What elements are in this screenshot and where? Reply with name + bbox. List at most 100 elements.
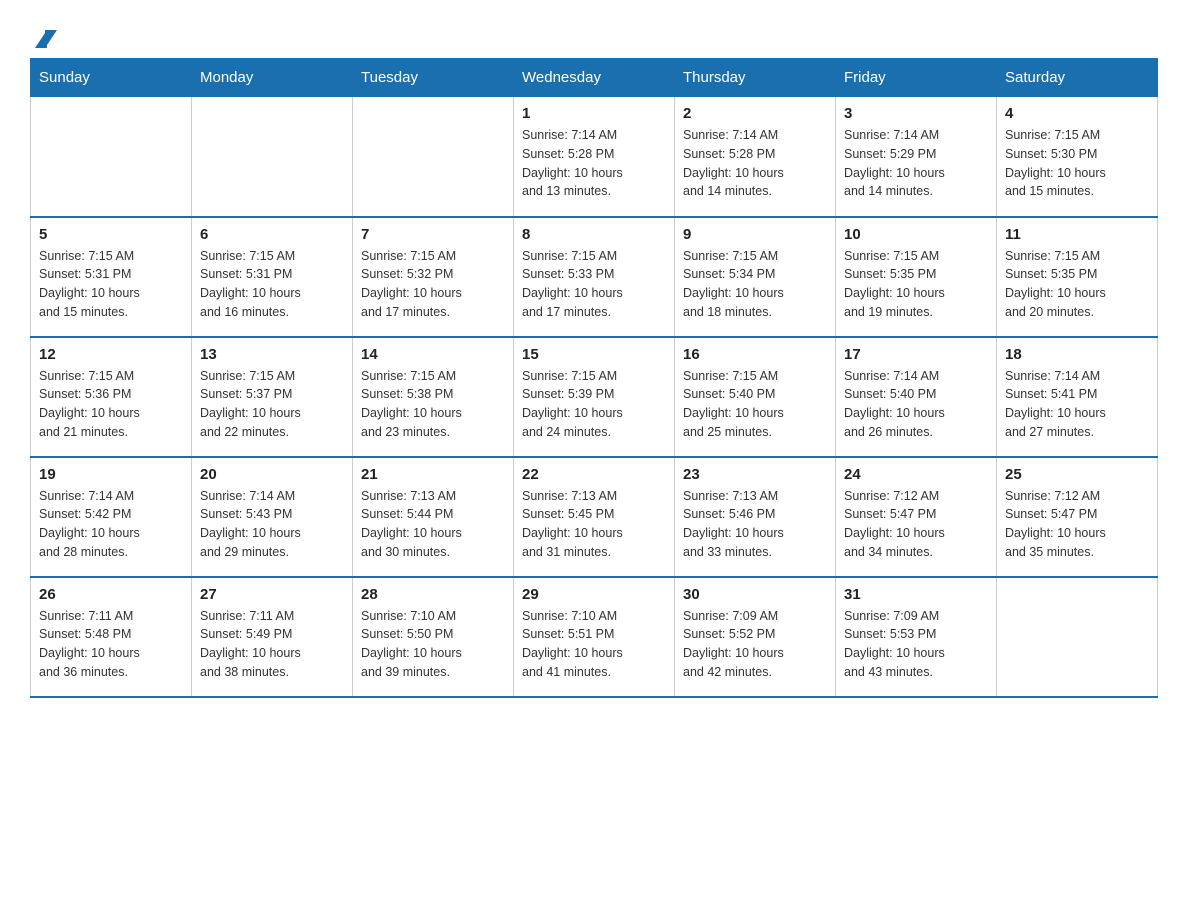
day-number: 26 [39, 586, 183, 603]
calendar-cell: 26 Sunrise: 7:11 AMSunset: 5:48 PMDayligh… [31, 577, 192, 697]
logo-icon [32, 30, 57, 48]
day-info: Sunrise: 7:11 AMSunset: 5:48 PMDaylight:… [39, 607, 183, 682]
day-number: 16 [683, 346, 827, 363]
day-number: 25 [1005, 466, 1149, 483]
day-info: Sunrise: 7:15 AMSunset: 5:38 PMDaylight:… [361, 367, 505, 442]
calendar-cell: 1 Sunrise: 7:14 AMSunset: 5:28 PMDaylight… [514, 97, 675, 217]
day-number: 12 [39, 346, 183, 363]
col-sunday: Sunday [31, 59, 192, 97]
day-number: 3 [844, 105, 988, 122]
day-number: 20 [200, 466, 344, 483]
day-info: Sunrise: 7:15 AMSunset: 5:39 PMDaylight:… [522, 367, 666, 442]
calendar-week-row: 26 Sunrise: 7:11 AMSunset: 5:48 PMDayligh… [31, 577, 1158, 697]
day-info: Sunrise: 7:15 AMSunset: 5:31 PMDaylight:… [200, 247, 344, 322]
day-info: Sunrise: 7:09 AMSunset: 5:53 PMDaylight:… [844, 607, 988, 682]
calendar-cell: 22Sunrise: 7:13 AMSunset: 5:45 PMDayligh… [514, 457, 675, 577]
day-info: Sunrise: 7:14 AMSunset: 5:41 PMDaylight:… [1005, 367, 1149, 442]
calendar-cell: 14 Sunrise: 7:15 AMSunset: 5:38 PMDayligh… [353, 337, 514, 457]
col-tuesday: Tuesday [353, 59, 514, 97]
day-number: 31 [844, 586, 988, 603]
day-number: 1 [522, 105, 666, 122]
day-number: 27 [200, 586, 344, 603]
calendar-cell: 5 Sunrise: 7:15 AMSunset: 5:31 PMDaylight… [31, 217, 192, 337]
day-info: Sunrise: 7:14 AMSunset: 5:40 PMDaylight:… [844, 367, 988, 442]
day-info: Sunrise: 7:15 AMSunset: 5:31 PMDaylight:… [39, 247, 183, 322]
calendar-cell: 10Sunrise: 7:15 AMSunset: 5:35 PMDayligh… [836, 217, 997, 337]
calendar-cell: 18 Sunrise: 7:14 AMSunset: 5:41 PMDayligh… [997, 337, 1158, 457]
day-number: 21 [361, 466, 505, 483]
calendar-cell: 15Sunrise: 7:15 AMSunset: 5:39 PMDayligh… [514, 337, 675, 457]
calendar-header-row: Sunday Monday Tuesday Wednesday Thursday… [31, 59, 1158, 97]
calendar-cell: 31 Sunrise: 7:09 AMSunset: 5:53 PMDayligh… [836, 577, 997, 697]
day-info: Sunrise: 7:15 AMSunset: 5:32 PMDaylight:… [361, 247, 505, 322]
day-number: 10 [844, 226, 988, 243]
calendar-cell: 13 Sunrise: 7:15 AMSunset: 5:37 PMDayligh… [192, 337, 353, 457]
calendar-cell: 30 Sunrise: 7:09 AMSunset: 5:52 PMDayligh… [675, 577, 836, 697]
day-info: Sunrise: 7:09 AMSunset: 5:52 PMDaylight:… [683, 607, 827, 682]
day-info: Sunrise: 7:14 AMSunset: 5:28 PMDaylight:… [683, 126, 827, 201]
calendar-cell: 24 Sunrise: 7:12 AMSunset: 5:47 PMDayligh… [836, 457, 997, 577]
day-number: 14 [361, 346, 505, 363]
logo [30, 30, 57, 48]
calendar-cell: 25 Sunrise: 7:12 AMSunset: 5:47 PMDayligh… [997, 457, 1158, 577]
day-number: 11 [1005, 226, 1149, 243]
day-number: 13 [200, 346, 344, 363]
calendar-cell: 11 Sunrise: 7:15 AMSunset: 5:35 PMDayligh… [997, 217, 1158, 337]
page-header [30, 20, 1158, 48]
day-number: 18 [1005, 346, 1149, 363]
calendar-cell [997, 577, 1158, 697]
calendar-cell: 29 Sunrise: 7:10 AMSunset: 5:51 PMDayligh… [514, 577, 675, 697]
day-number: 2 [683, 105, 827, 122]
day-info: Sunrise: 7:15 AMSunset: 5:37 PMDaylight:… [200, 367, 344, 442]
day-info: Sunrise: 7:13 AMSunset: 5:46 PMDaylight:… [683, 487, 827, 562]
calendar-cell: 8Sunrise: 7:15 AMSunset: 5:33 PMDaylight… [514, 217, 675, 337]
calendar-week-row: 12Sunrise: 7:15 AMSunset: 5:36 PMDayligh… [31, 337, 1158, 457]
calendar-cell: 16 Sunrise: 7:15 AMSunset: 5:40 PMDayligh… [675, 337, 836, 457]
day-number: 24 [844, 466, 988, 483]
day-number: 19 [39, 466, 183, 483]
col-friday: Friday [836, 59, 997, 97]
calendar-cell: 7 Sunrise: 7:15 AMSunset: 5:32 PMDaylight… [353, 217, 514, 337]
calendar-cell: 19 Sunrise: 7:14 AMSunset: 5:42 PMDayligh… [31, 457, 192, 577]
col-monday: Monday [192, 59, 353, 97]
day-info: Sunrise: 7:13 AMSunset: 5:45 PMDaylight:… [522, 487, 666, 562]
col-saturday: Saturday [997, 59, 1158, 97]
calendar-cell: 4 Sunrise: 7:15 AMSunset: 5:30 PMDaylight… [997, 97, 1158, 217]
day-info: Sunrise: 7:12 AMSunset: 5:47 PMDaylight:… [1005, 487, 1149, 562]
day-number: 7 [361, 226, 505, 243]
calendar-cell: 9Sunrise: 7:15 AMSunset: 5:34 PMDaylight… [675, 217, 836, 337]
calendar-week-row: 1 Sunrise: 7:14 AMSunset: 5:28 PMDaylight… [31, 97, 1158, 217]
day-info: Sunrise: 7:14 AMSunset: 5:43 PMDaylight:… [200, 487, 344, 562]
day-info: Sunrise: 7:13 AMSunset: 5:44 PMDaylight:… [361, 487, 505, 562]
day-info: Sunrise: 7:12 AMSunset: 5:47 PMDaylight:… [844, 487, 988, 562]
day-number: 6 [200, 226, 344, 243]
calendar-cell: 28Sunrise: 7:10 AMSunset: 5:50 PMDayligh… [353, 577, 514, 697]
calendar-cell: 23Sunrise: 7:13 AMSunset: 5:46 PMDayligh… [675, 457, 836, 577]
day-number: 17 [844, 346, 988, 363]
day-info: Sunrise: 7:14 AMSunset: 5:28 PMDaylight:… [522, 126, 666, 201]
calendar-cell: 21 Sunrise: 7:13 AMSunset: 5:44 PMDayligh… [353, 457, 514, 577]
calendar-cell: 12Sunrise: 7:15 AMSunset: 5:36 PMDayligh… [31, 337, 192, 457]
day-number: 8 [522, 226, 666, 243]
day-info: Sunrise: 7:14 AMSunset: 5:42 PMDaylight:… [39, 487, 183, 562]
day-number: 4 [1005, 105, 1149, 122]
calendar-table: Sunday Monday Tuesday Wednesday Thursday… [30, 58, 1158, 698]
day-info: Sunrise: 7:10 AMSunset: 5:51 PMDaylight:… [522, 607, 666, 682]
calendar-cell: 2 Sunrise: 7:14 AMSunset: 5:28 PMDaylight… [675, 97, 836, 217]
calendar-cell: 3 Sunrise: 7:14 AMSunset: 5:29 PMDaylight… [836, 97, 997, 217]
day-number: 30 [683, 586, 827, 603]
day-number: 28 [361, 586, 505, 603]
day-info: Sunrise: 7:15 AMSunset: 5:40 PMDaylight:… [683, 367, 827, 442]
calendar-cell: 20 Sunrise: 7:14 AMSunset: 5:43 PMDayligh… [192, 457, 353, 577]
calendar-cell: 17 Sunrise: 7:14 AMSunset: 5:40 PMDayligh… [836, 337, 997, 457]
day-number: 5 [39, 226, 183, 243]
day-number: 29 [522, 586, 666, 603]
day-info: Sunrise: 7:15 AMSunset: 5:30 PMDaylight:… [1005, 126, 1149, 201]
col-wednesday: Wednesday [514, 59, 675, 97]
calendar-cell [353, 97, 514, 217]
col-thursday: Thursday [675, 59, 836, 97]
day-info: Sunrise: 7:15 AMSunset: 5:35 PMDaylight:… [1005, 247, 1149, 322]
day-info: Sunrise: 7:14 AMSunset: 5:29 PMDaylight:… [844, 126, 988, 201]
calendar-cell [31, 97, 192, 217]
day-info: Sunrise: 7:11 AMSunset: 5:49 PMDaylight:… [200, 607, 344, 682]
